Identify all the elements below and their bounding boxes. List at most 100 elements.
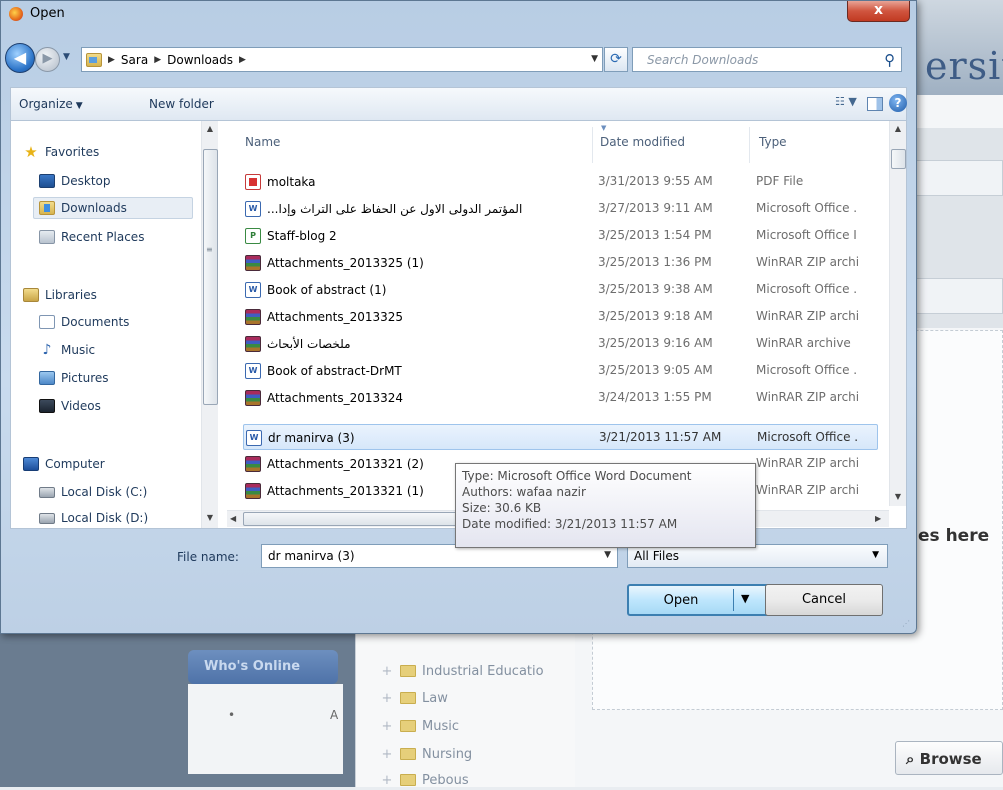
nav-computer[interactable]: Computer: [23, 453, 105, 475]
organize-button[interactable]: Organize ▼: [11, 97, 83, 111]
column-type[interactable]: Type: [759, 135, 787, 149]
file-row[interactable]: moltaka 3/31/2013 9:55 AM PDF File: [243, 169, 878, 195]
nav-music[interactable]: ♪ Music: [39, 339, 96, 361]
nav-label: Local Disk (C:): [61, 485, 148, 499]
breadcrumb-downloads[interactable]: Downloads: [167, 53, 233, 67]
disk-icon: [39, 512, 55, 524]
file-row-selected[interactable]: Wdr manirva (3) 3/21/2013 11:57 AM Micro…: [243, 424, 878, 450]
close-button[interactable]: x: [847, 1, 910, 22]
expand-icon: +: [381, 746, 393, 762]
preview-pane-button[interactable]: [867, 97, 883, 111]
tree-item: + Pebous: [380, 770, 469, 790]
open-options-dropdown[interactable]: ▼: [741, 592, 749, 605]
file-row[interactable]: W Book of abstract-DrMT 3/25/2013 9:05 AM…: [243, 358, 878, 384]
nav-favorites[interactable]: ★ Favorites: [23, 141, 99, 163]
file-row[interactable]: Attachments_2013325 (1) 3/25/2013 1:36 P…: [243, 250, 878, 276]
browse-button[interactable]: ⌕ Browse: [895, 741, 1003, 775]
drop-zone-text: es here: [918, 526, 990, 546]
refresh-button[interactable]: ⟳: [604, 47, 628, 72]
scroll-up-icon[interactable]: ▲: [202, 121, 218, 137]
tooltip-authors: Authors: wafaa nazir: [462, 485, 586, 499]
nav-local-disk-c[interactable]: Local Disk (C:): [39, 481, 147, 503]
scroll-thumb[interactable]: [891, 149, 906, 169]
cancel-button[interactable]: Cancel: [765, 584, 883, 616]
libraries-icon: [23, 288, 39, 302]
chrome-icon: [9, 7, 23, 21]
nav-libraries[interactable]: Libraries: [23, 284, 97, 306]
expand-icon: +: [381, 718, 393, 734]
word-file-icon: W: [245, 282, 261, 298]
file-type: WinRAR archive: [756, 336, 851, 350]
address-dropdown-icon[interactable]: ▼: [591, 54, 598, 64]
file-date: 3/21/2013 11:57 AM: [599, 430, 722, 444]
column-divider[interactable]: [592, 127, 593, 163]
scroll-right-icon[interactable]: ▶: [875, 511, 881, 527]
star-icon: ★: [24, 143, 38, 161]
nav-desktop[interactable]: Desktop: [39, 170, 111, 192]
column-divider[interactable]: [749, 127, 750, 163]
word-file-icon: W: [245, 201, 261, 217]
file-date: 3/27/2013 9:11 AM: [598, 201, 713, 215]
tooltip-type: Type: Microsoft Office Word Document: [462, 469, 692, 483]
scroll-down-icon[interactable]: ▼: [202, 510, 218, 526]
nav-label: Documents: [61, 315, 130, 329]
nav-videos[interactable]: Videos: [39, 395, 101, 417]
expand-icon: +: [381, 663, 393, 679]
folder-icon: [400, 665, 416, 677]
file-row[interactable]: ملخصات الأبحاث 3/25/2013 9:16 AM WinRAR …: [243, 331, 878, 357]
chevron-down-icon[interactable]: ▼: [872, 550, 879, 560]
browse-label: Browse: [919, 750, 982, 768]
column-name[interactable]: Name: [245, 135, 280, 149]
chevron-down-icon[interactable]: ▼: [604, 550, 611, 560]
recent-pages-dropdown[interactable]: ▼: [63, 52, 70, 62]
scroll-up-icon[interactable]: ▲: [890, 121, 906, 137]
help-icon[interactable]: ?: [889, 94, 907, 112]
file-name: ...المؤتمر الدولى الاول عن الحفاظ على ال…: [267, 202, 523, 216]
file-row[interactable]: Attachments_2013324 3/24/2013 1:55 PM Wi…: [243, 385, 878, 411]
nav-downloads[interactable]: Downloads: [33, 197, 193, 219]
nav-local-disk-d[interactable]: Local Disk (D:): [39, 507, 148, 528]
breadcrumb-arrow-icon[interactable]: ▶: [239, 55, 246, 65]
breadcrumb-arrow-icon[interactable]: ▶: [154, 55, 161, 65]
scroll-down-icon[interactable]: ▼: [890, 489, 906, 505]
file-name-value: dr manirva (3): [268, 549, 355, 563]
nav-label: Recent Places: [61, 230, 145, 244]
open-button[interactable]: Open ▼: [627, 584, 779, 616]
nav-documents[interactable]: Documents: [39, 311, 129, 333]
file-date: 3/25/2013 9:38 AM: [598, 282, 713, 296]
scroll-left-icon[interactable]: ◀: [230, 511, 236, 527]
navigation-scrollbar[interactable]: ▲ ≡ ▼: [201, 121, 218, 528]
file-row[interactable]: W ...المؤتمر الدولى الاول عن الحفاظ على ا…: [243, 196, 878, 222]
change-view-button[interactable]: ☷ ▼: [835, 95, 857, 108]
nav-pictures[interactable]: Pictures: [39, 367, 109, 389]
nav-recent-places[interactable]: Recent Places: [39, 226, 144, 248]
file-name: Attachments_2013325: [267, 310, 404, 324]
file-row[interactable]: P Staff-blog 2 3/25/2013 1:54 PM Microsof…: [243, 223, 878, 249]
pdf-file-icon: [245, 174, 261, 190]
file-name: Attachments_2013324: [267, 391, 404, 405]
file-info-tooltip: Type: Microsoft Office Word Document Aut…: [455, 463, 756, 548]
forward-button[interactable]: ▶: [35, 47, 60, 72]
file-name: dr manirva (3): [268, 431, 355, 445]
expand-icon: +: [381, 772, 393, 788]
file-list-vertical-scrollbar[interactable]: ▲ ▼: [889, 121, 906, 506]
file-type: Microsoft Office .: [757, 430, 859, 444]
breadcrumb-arrow-icon[interactable]: ▶: [108, 55, 115, 65]
documents-icon: [39, 315, 55, 329]
new-folder-button[interactable]: New folder: [149, 97, 214, 111]
column-date-modified[interactable]: Date modified: [600, 135, 685, 149]
whos-online-body: [188, 684, 343, 774]
search-input[interactable]: Search Downloads ⚲: [632, 47, 902, 72]
word-file-icon: W: [246, 430, 262, 446]
file-row[interactable]: W Book of abstract (1) 3/25/2013 9:38 AM …: [243, 277, 878, 303]
scroll-thumb[interactable]: [203, 149, 218, 405]
search-icon[interactable]: ⚲: [884, 51, 895, 69]
file-name: Attachments_2013321 (1): [267, 484, 424, 498]
resize-grip-icon[interactable]: ⋰: [902, 619, 910, 628]
back-button[interactable]: ◀: [5, 43, 35, 73]
breadcrumb-sara[interactable]: Sara: [121, 53, 148, 67]
address-bar[interactable]: ▶ Sara ▶ Downloads ▶ ▼: [81, 47, 603, 72]
file-name: Staff-blog 2: [267, 229, 337, 243]
file-row[interactable]: Attachments_2013325 3/25/2013 9:18 AM Wi…: [243, 304, 878, 330]
nav-label: Libraries: [45, 288, 97, 302]
